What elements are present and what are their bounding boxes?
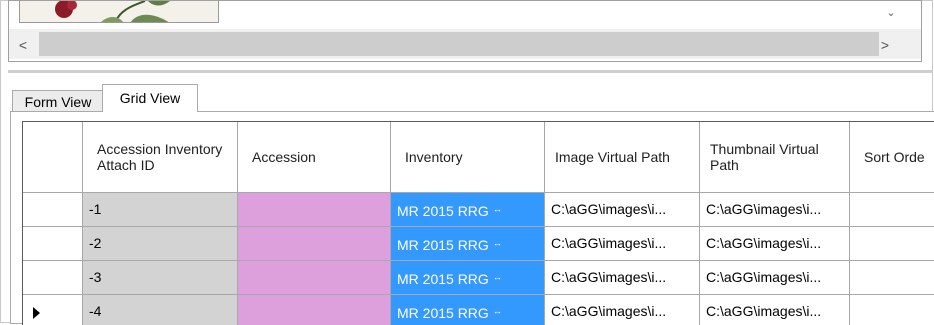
lookup-icon[interactable]: ↔ xyxy=(493,306,502,316)
thumbnail-path-cell[interactable]: C:\aGG\images\i... xyxy=(700,261,850,295)
sort-order-cell[interactable] xyxy=(850,261,934,295)
scroll-down-icon[interactable]: ⌄ xyxy=(885,7,897,19)
row-header[interactable] xyxy=(23,261,83,295)
scroll-right-icon[interactable]: > xyxy=(877,37,893,53)
image-preview-panel: ⌄ < > xyxy=(8,0,922,62)
lookup-icon[interactable]: ↔ xyxy=(493,272,502,282)
inventory-value: MR 2015 RRG xyxy=(397,237,489,253)
inventory-cell[interactable]: MR 2015 RRG ↔ xyxy=(391,261,545,295)
sort-order-cell[interactable] xyxy=(850,193,934,227)
inventory-value: MR 2015 RRG xyxy=(397,305,489,321)
column-header-inventory[interactable]: Inventory xyxy=(391,122,545,193)
lookup-icon[interactable]: ↔ xyxy=(493,238,502,248)
sort-order-cell[interactable] xyxy=(850,227,934,261)
accession-cell[interactable] xyxy=(238,261,391,295)
tab-form-view[interactable]: Form View xyxy=(12,90,104,112)
inventory-cell[interactable]: MR 2015 RRG ↔ xyxy=(391,227,545,261)
data-grid: Accession Inventory Attach ID Accession … xyxy=(22,121,934,325)
column-header-attach-id[interactable]: Accession Inventory Attach ID xyxy=(83,122,238,193)
current-row-icon xyxy=(33,307,40,319)
scroll-left-icon[interactable]: < xyxy=(15,37,31,53)
attach-id-cell[interactable]: -2 xyxy=(83,227,238,261)
image-path-cell[interactable]: C:\aGG\images\i... xyxy=(545,193,700,227)
inventory-value: MR 2015 RRG xyxy=(397,271,489,287)
tab-grid-view[interactable]: Grid View xyxy=(102,84,198,112)
attach-id-cell[interactable]: -1 xyxy=(83,193,238,227)
lookup-icon[interactable]: ↔ xyxy=(493,204,502,214)
sort-order-cell[interactable] xyxy=(850,295,934,325)
horizontal-scrollbar[interactable]: < > xyxy=(9,29,921,59)
column-header-accession[interactable]: Accession xyxy=(238,122,391,193)
row-header-current[interactable] xyxy=(23,295,83,325)
thumbnail-path-cell[interactable]: C:\aGG\images\i... xyxy=(700,193,850,227)
image-thumbnail xyxy=(19,1,219,23)
accession-cell[interactable] xyxy=(238,227,391,261)
column-header-image-path[interactable]: Image Virtual Path xyxy=(545,122,700,193)
image-path-cell[interactable]: C:\aGG\images\i... xyxy=(545,261,700,295)
image-path-cell[interactable]: C:\aGG\images\i... xyxy=(545,227,700,261)
splitter[interactable] xyxy=(8,70,932,73)
inventory-cell[interactable]: MR 2015 RRG ↔ xyxy=(391,193,545,227)
inventory-value: MR 2015 RRG xyxy=(397,203,489,219)
column-header-sort-order[interactable]: Sort Orde xyxy=(850,122,934,193)
attach-id-cell[interactable]: -4 xyxy=(83,295,238,325)
column-header-thumbnail-path[interactable]: Thumbnail Virtual Path xyxy=(700,122,850,193)
image-path-cell[interactable]: C:\aGG\images\i... xyxy=(545,295,700,325)
attach-id-cell[interactable]: -3 xyxy=(83,261,238,295)
row-header[interactable] xyxy=(23,193,83,227)
row-header[interactable] xyxy=(23,227,83,261)
accession-cell[interactable] xyxy=(238,193,391,227)
accession-cell[interactable] xyxy=(238,295,391,325)
thumbnail-path-cell[interactable]: C:\aGG\images\i... xyxy=(700,227,850,261)
inventory-cell[interactable]: MR 2015 RRG ↔ xyxy=(391,295,545,325)
scrollbar-thumb[interactable] xyxy=(39,32,879,56)
thumbnail-path-cell[interactable]: C:\aGG\images\i... xyxy=(700,295,850,325)
plant-image-icon xyxy=(20,1,218,22)
grid-corner-header[interactable] xyxy=(23,122,83,193)
